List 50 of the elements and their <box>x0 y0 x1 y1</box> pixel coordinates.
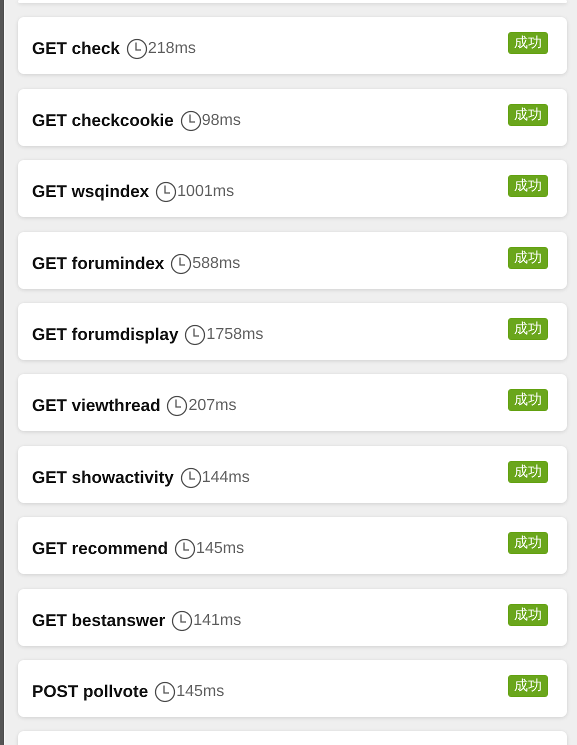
clock-icon <box>126 38 148 60</box>
status-badge: 成功 <box>508 32 548 54</box>
request-card[interactable]: GET viewthread 207ms 成功 <box>18 374 567 432</box>
request-title: POST pollvote <box>32 682 148 702</box>
request-card[interactable]: GET forumindex 588ms 成功 <box>18 232 567 289</box>
request-card[interactable]: GET forumdisplay 1758ms 成功 <box>18 302 567 360</box>
request-card[interactable]: GET check 218ms 成功 <box>18 17 567 74</box>
clock-icon <box>180 466 202 489</box>
request-title: GET wsqindex <box>32 182 150 202</box>
request-card[interactable]: GET wsqindex 1001ms 成功 <box>18 160 567 218</box>
request-card[interactable]: GET bestanswer 141ms 成功 <box>18 588 567 646</box>
clock-icon <box>171 610 194 632</box>
request-title: GET viewthread <box>32 396 160 416</box>
response-time: 588ms <box>192 254 240 273</box>
status-badge: 成功 <box>508 460 548 483</box>
clock-icon <box>180 110 202 132</box>
response-time: 1758ms <box>206 326 264 344</box>
request-title: GET recommend <box>32 539 168 560</box>
status-badge: 成功 <box>508 246 548 269</box>
clock-icon <box>174 538 196 560</box>
request-title: GET forumdisplay <box>32 324 178 345</box>
clock-icon <box>155 181 178 204</box>
clock-icon <box>154 680 176 703</box>
response-time: 144ms <box>202 468 250 487</box>
status-badge: 成功 <box>508 318 548 340</box>
request-card[interactable]: POST pollvote 145ms 成功 <box>18 660 567 717</box>
clock-icon <box>170 252 192 275</box>
response-time: 145ms <box>176 682 224 701</box>
request-title: GET bestanswer <box>32 610 166 631</box>
response-time: 98ms <box>202 112 241 130</box>
request-title: GET check <box>32 39 120 60</box>
clock-icon <box>166 395 188 418</box>
response-time: 1001ms <box>177 183 234 202</box>
status-badge: 成功 <box>508 604 548 626</box>
response-time: 207ms <box>188 397 237 416</box>
clock-icon <box>184 324 206 346</box>
response-time: 141ms <box>193 612 242 630</box>
request-title: GET forumindex <box>32 254 164 274</box>
request-title: GET checkcookie <box>32 110 174 131</box>
status-badge: 成功 <box>508 104 548 126</box>
status-badge: 成功 <box>508 389 548 412</box>
response-time: 145ms <box>196 540 244 558</box>
request-title: GET showactivity <box>32 468 174 488</box>
response-time: 218ms <box>148 40 196 58</box>
status-badge: 成功 <box>508 674 548 697</box>
request-card[interactable]: GET checkcookie 98ms 成功 <box>18 88 567 146</box>
status-badge: 成功 <box>508 532 548 554</box>
request-card[interactable]: GET showactivity 144ms 成功 <box>18 446 567 503</box>
request-card[interactable]: GET recommend 145ms 成功 <box>18 517 567 574</box>
status-badge: 成功 <box>508 175 548 198</box>
